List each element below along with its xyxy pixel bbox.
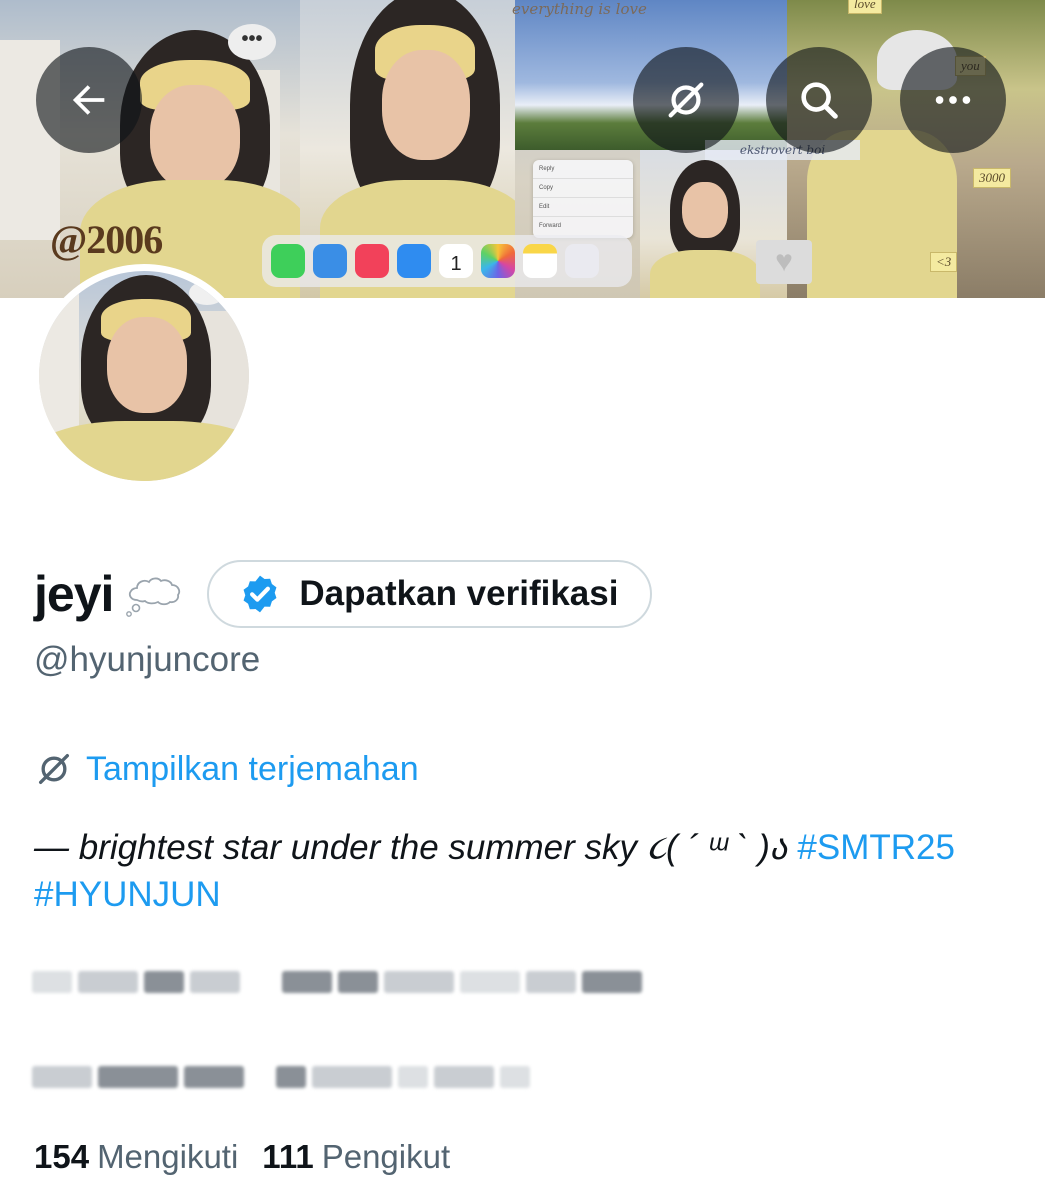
ctx-menu-item: Reply <box>533 160 633 179</box>
profile-avatar[interactable] <box>32 264 256 488</box>
following-label: Mengikuti <box>97 1138 239 1175</box>
folder-icon <box>565 244 599 278</box>
hashtag-link[interactable]: #HYUNJUN <box>34 875 221 914</box>
obscured-block <box>32 1066 92 1088</box>
get-verified-label: Dapatkan verifikasi <box>299 574 619 613</box>
messages-icon <box>271 244 305 278</box>
banner-context-menu: Reply Copy Edit Forward <box>533 160 633 238</box>
profile-bio: — brightest star under the summer sky ૮(… <box>34 824 1014 918</box>
music-icon <box>355 244 389 278</box>
obscured-block <box>184 1066 244 1088</box>
obscured-block <box>460 971 520 993</box>
photos-icon <box>481 244 515 278</box>
banner-year-tag: @2006 <box>50 217 163 262</box>
obscured-block <box>78 971 138 993</box>
calendar-icon: 1 <box>439 244 473 278</box>
search-icon <box>801 82 838 119</box>
safari-icon <box>313 244 347 278</box>
obscured-block <box>582 971 642 993</box>
obscured-block <box>144 971 184 993</box>
banner-app-dock: 1 <box>262 235 632 287</box>
obscured-block <box>384 971 454 993</box>
obscured-block <box>190 971 240 993</box>
profile-stats: 154 Mengikuti 111 Pengikut <box>34 1138 450 1176</box>
following-count: 154 <box>34 1138 90 1175</box>
following-link[interactable]: 154 Mengikuti <box>34 1138 238 1176</box>
more-icon <box>935 96 971 104</box>
show-translation-label: Tampilkan terjemahan <box>86 749 419 788</box>
ctx-menu-item: Forward <box>539 223 562 229</box>
translate-button[interactable] <box>633 47 739 153</box>
more-options-button[interactable] <box>900 47 1006 153</box>
followers-link[interactable]: 111 Pengikut <box>262 1138 450 1176</box>
notes-icon <box>523 244 557 278</box>
display-name: jeyi <box>34 566 114 622</box>
heart-card-icon: ♥ <box>756 240 812 284</box>
banner-script-text: everything is love <box>512 0 647 18</box>
obscured-block <box>526 971 576 993</box>
obscured-text-line <box>32 960 642 1004</box>
obscured-block <box>276 1066 306 1088</box>
obscured-block <box>500 1066 530 1088</box>
profile-banner[interactable]: everything is love ekstrovert boi love y… <box>0 0 1045 298</box>
thought-balloon-icon <box>126 577 181 617</box>
search-button[interactable] <box>766 47 872 153</box>
obscured-block <box>312 1066 392 1088</box>
profile-handle: @hyunjuncore <box>34 640 261 679</box>
translate-icon <box>39 754 70 784</box>
followers-label: Pengikut <box>321 1138 451 1175</box>
ctx-menu-item: Copy <box>533 179 633 198</box>
hashtag-link[interactable]: #SMTR25 <box>797 828 955 867</box>
banner-note-3000: 3000 <box>973 168 1011 188</box>
show-translation-link[interactable]: Tampilkan terjemahan <box>34 749 419 789</box>
obscured-text-line <box>32 1055 530 1099</box>
followers-count: 111 <box>262 1138 314 1175</box>
ctx-menu-item: Edit <box>533 198 633 217</box>
banner-note-love: love <box>848 0 882 14</box>
get-verified-button[interactable]: Dapatkan verifikasi <box>207 560 653 628</box>
speech-bubble-icon: ••• <box>228 24 276 60</box>
mail-icon <box>397 244 431 278</box>
banner-note-heart: <3 <box>930 252 958 272</box>
obscured-block <box>434 1066 494 1088</box>
obscured-block <box>398 1066 428 1088</box>
obscured-block <box>32 971 72 993</box>
obscured-block <box>282 971 332 993</box>
back-button[interactable] <box>36 47 142 153</box>
obscured-block <box>98 1066 178 1088</box>
bio-text: — brightest star under the summer sky ૮(… <box>34 828 788 867</box>
verified-badge-icon <box>243 575 277 613</box>
translate-icon <box>668 82 704 118</box>
back-arrow-icon <box>72 85 105 115</box>
obscured-block <box>338 971 378 993</box>
profile-name-row: jeyi Dapatkan verifikasi <box>34 556 653 632</box>
